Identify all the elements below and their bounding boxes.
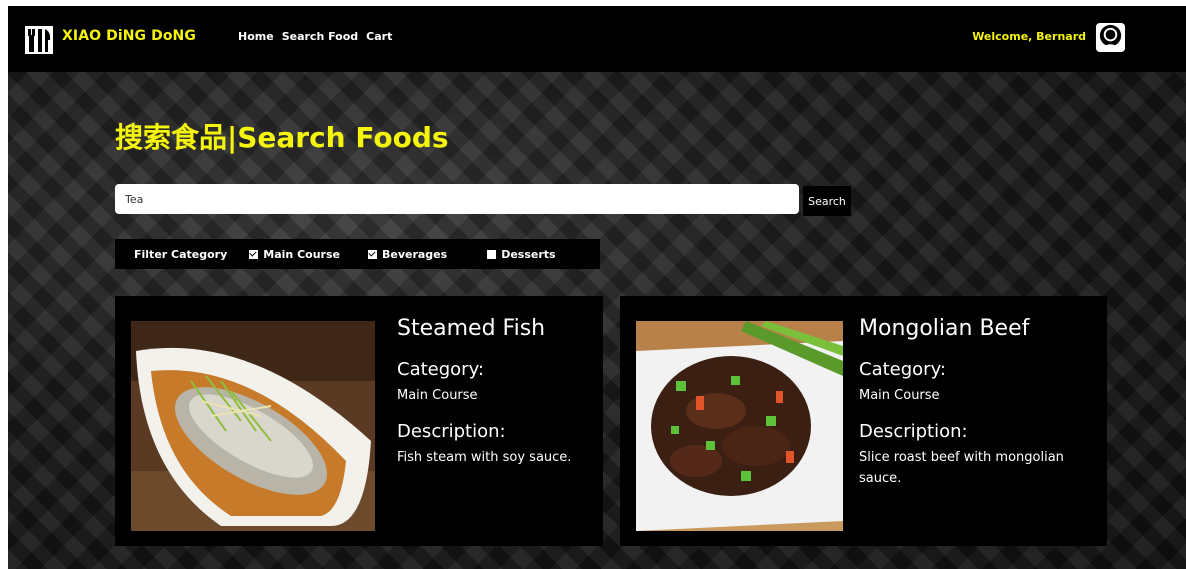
search-input[interactable] bbox=[115, 184, 799, 214]
description-heading: Description: bbox=[859, 420, 968, 442]
category-value: Main Course bbox=[859, 388, 940, 403]
nav-home-link[interactable]: Home bbox=[238, 30, 274, 43]
filter-label: Filter Category bbox=[134, 247, 228, 261]
steamed-fish-image bbox=[131, 321, 375, 531]
food-name: Steamed Fish bbox=[397, 316, 546, 341]
main-course-checkbox[interactable] bbox=[249, 249, 259, 259]
food-card-steamed-fish[interactable]: Steamed Fish Category: Main Course Descr… bbox=[115, 296, 603, 546]
beverages-checkbox[interactable] bbox=[367, 249, 377, 259]
top-navbar: XIAO DiNG DoNG Home Search Food Cart Wel… bbox=[8, 6, 1186, 72]
beverages-label: Beverages bbox=[381, 247, 448, 261]
desserts-checkbox[interactable] bbox=[487, 249, 497, 259]
category-heading: Category: bbox=[397, 359, 484, 380]
nav-menu: Home Search Food Cart bbox=[238, 30, 392, 43]
filter-option-main-course[interactable]: Main Course bbox=[249, 248, 340, 261]
food-name: Mongolian Beef bbox=[859, 316, 1030, 341]
filter-option-beverages[interactable]: Beverages bbox=[367, 247, 448, 261]
category-heading: Category: bbox=[859, 359, 946, 380]
card-body: Steamed Fish Category: Main Course Descr… bbox=[397, 316, 597, 483]
nav-search-food-link[interactable]: Search Food bbox=[282, 30, 358, 43]
food-card-mongolian-beef[interactable]: Mongolian Beef Category: Main Course Des… bbox=[620, 296, 1107, 546]
card-body: Mongolian Beef Category: Main Course Des… bbox=[859, 316, 1094, 503]
description-heading: Description: bbox=[397, 420, 506, 442]
filter-bar: Filter Category Main Course Beverages De… bbox=[115, 239, 600, 269]
welcome-text: Welcome, Bernard bbox=[972, 30, 1086, 43]
main-course-label: Main Course bbox=[263, 247, 340, 261]
desserts-label: Desserts bbox=[501, 247, 556, 261]
utensils-logo-icon[interactable] bbox=[23, 24, 55, 56]
nav-cart-link[interactable]: Cart bbox=[366, 30, 392, 43]
app-frame: XIAO DiNG DoNG Home Search Food Cart Wel… bbox=[8, 6, 1186, 569]
user-avatar-icon[interactable] bbox=[1095, 22, 1126, 53]
brand-name[interactable]: XIAO DiNG DoNG bbox=[62, 28, 196, 44]
description-value: Slice roast beef with mongolian sauce. bbox=[859, 449, 1064, 486]
filter-option-desserts[interactable]: Desserts bbox=[487, 247, 556, 261]
description-value: Fish steam with soy sauce. bbox=[397, 449, 572, 465]
category-value: Main Course bbox=[397, 388, 478, 403]
page-title: 搜索食品|Search Foods bbox=[115, 121, 449, 154]
search-button[interactable]: Search bbox=[803, 186, 851, 216]
mongolian-beef-image bbox=[636, 321, 843, 531]
